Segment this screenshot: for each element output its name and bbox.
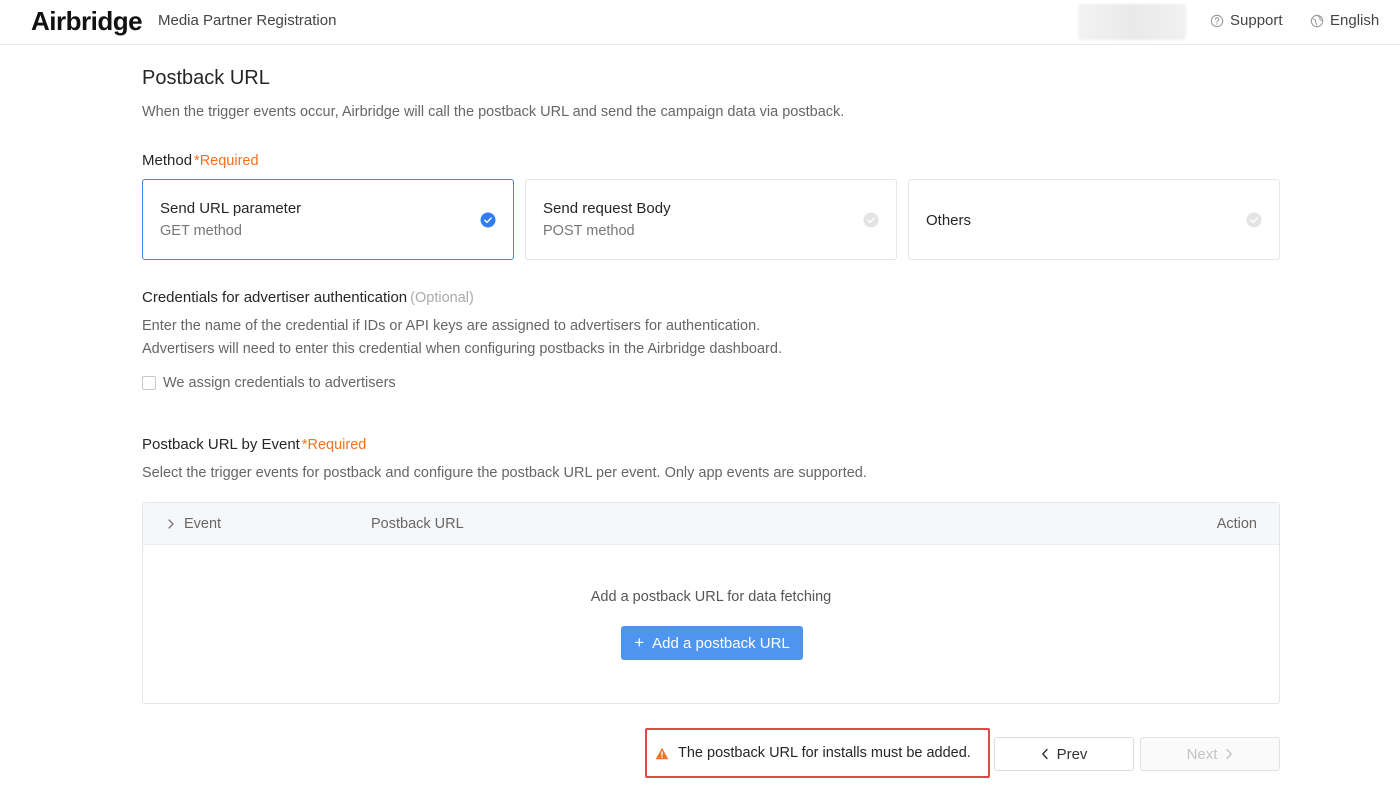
method-option-get[interactable]: Send URL parameter GET method [142,179,514,260]
help-circle-icon [1210,14,1224,27]
page-name: Media Partner Registration [158,12,337,29]
postback-url-table: Event Postback URL Action Add a postback… [142,502,1280,704]
credentials-label: Credentials for advertiser authenticatio… [142,289,474,306]
plus-icon: + [634,632,645,652]
empty-state-text: Add a postback URL for data fetching [590,589,832,605]
credentials-description-line1: Enter the name of the credential if IDs … [142,318,761,334]
required-marker: *Required [194,153,259,169]
assign-credentials-checkbox-row[interactable]: We assign credentials to advertisers [142,375,396,391]
globe-icon [1310,14,1324,27]
table-header: Event Postback URL Action [143,503,1279,545]
method-option-subtitle: POST method [543,223,635,239]
user-account-menu[interactable] [1078,4,1186,40]
add-postback-url-label: Add a postback URL [652,634,790,652]
postback-by-event-description: Select the trigger events for postback a… [142,465,867,481]
column-header-event-label: Event [184,516,222,532]
method-option-title: Send URL parameter [160,200,302,217]
assign-credentials-checkbox[interactable] [142,376,156,390]
page-title: Postback URL [142,67,270,89]
language-selector[interactable]: English [1310,12,1379,29]
column-header-postback-url: Postback URL [371,516,464,532]
support-label: Support [1230,12,1283,29]
airbridge-logo[interactable]: Airbridge [31,6,143,37]
validation-warning: The postback URL for installs must be ad… [645,728,990,778]
validation-warning-text: The postback URL for installs must be ad… [678,745,971,761]
required-marker: *Required [301,437,367,453]
chevron-right-icon [168,519,174,529]
support-link[interactable]: Support [1210,12,1283,29]
add-postback-url-button[interactable]: + Add a postback URL [621,626,803,660]
method-label: Method *Required [142,152,259,169]
top-bar: Airbridge Media Partner Registration Sup… [0,0,1400,45]
prev-label: Prev [1056,745,1088,763]
method-option-others[interactable]: Others [908,179,1280,260]
page-description: When the trigger events occur, Airbridge… [142,104,845,120]
chevron-right-icon [1226,748,1233,760]
postback-by-event-label: Postback URL by Event *Required [142,436,366,453]
method-option-post[interactable]: Send request Body POST method [525,179,897,260]
check-circle-icon [863,212,879,228]
credentials-label-text: Credentials for advertiser authenticatio… [142,289,408,306]
method-label-text: Method [142,152,193,169]
optional-marker: (Optional) [410,290,474,306]
prev-button[interactable]: Prev [994,737,1134,771]
postback-by-event-label-text: Postback URL by Event [142,436,300,453]
column-header-event[interactable]: Event [167,516,221,532]
column-header-action: Action [1216,516,1257,532]
assign-credentials-label: We assign credentials to advertisers [163,375,396,391]
method-option-title: Others [926,212,972,229]
check-circle-icon [1246,212,1262,228]
chevron-left-icon [1041,748,1048,760]
warning-icon [655,747,669,759]
next-button: Next [1140,737,1280,771]
method-option-subtitle: GET method [160,223,242,239]
language-label: English [1330,12,1380,29]
next-label: Next [1186,745,1218,763]
method-option-title: Send request Body [543,200,671,217]
check-circle-icon [480,212,496,228]
credentials-description-line2: Advertisers will need to enter this cred… [142,341,782,357]
